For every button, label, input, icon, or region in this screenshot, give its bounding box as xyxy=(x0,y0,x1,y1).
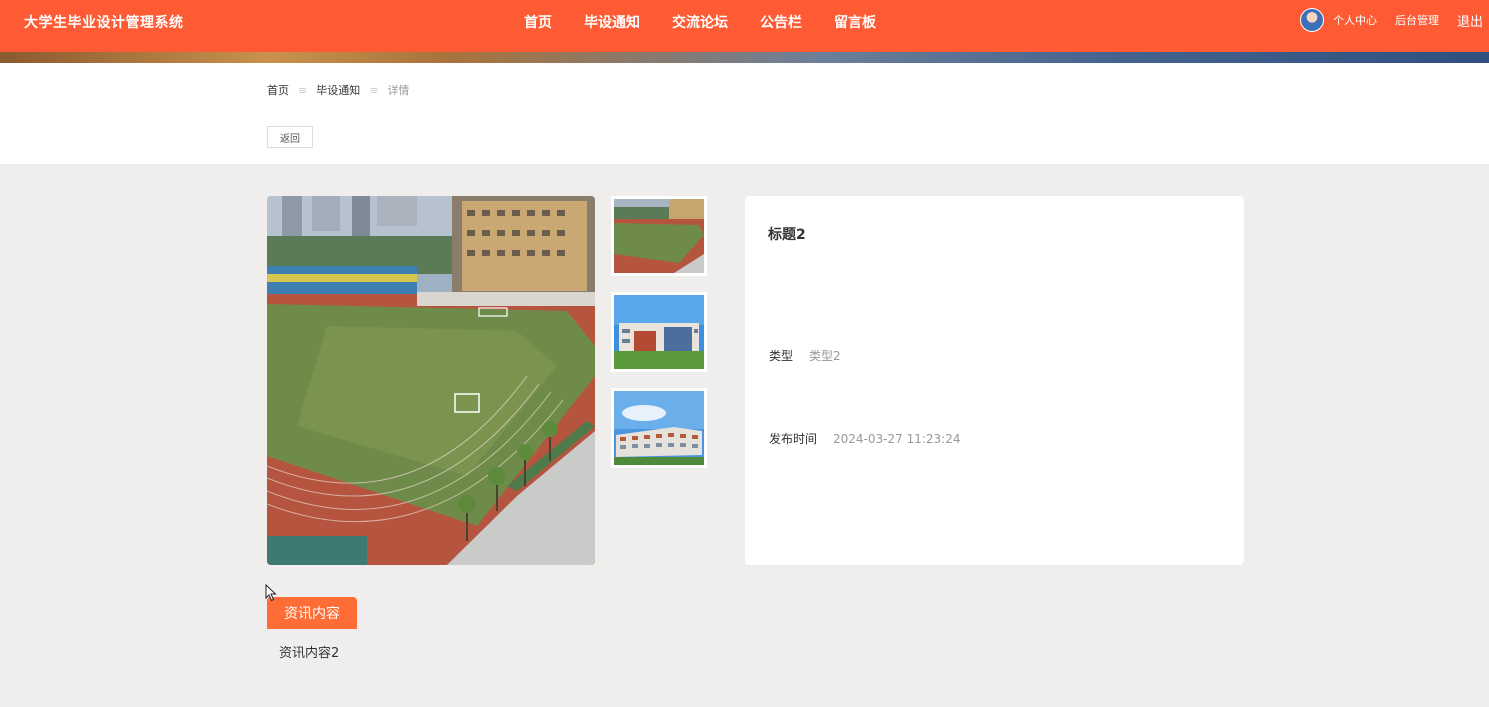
cursor-icon xyxy=(265,583,277,606)
top-navbar: 大学生毕业设计管理系统 首页 毕设通知 交流论坛 公告栏 留言板 个人中心 后台… xyxy=(0,0,1489,52)
avatar[interactable] xyxy=(1299,8,1324,32)
thumbnail-2[interactable] xyxy=(611,292,707,372)
nav-item-home[interactable]: 首页 xyxy=(508,12,568,32)
detail-card: 标题2 类型 类型2 发布时间 2024-03-27 11:23:24 xyxy=(745,196,1244,565)
publish-time-row: 发布时间 2024-03-27 11:23:24 xyxy=(769,430,960,447)
publish-time-label: 发布时间 xyxy=(769,432,818,446)
main-nav: 首页 毕设通知 交流论坛 公告栏 留言板 xyxy=(508,12,892,32)
thumbnail-1[interactable] xyxy=(611,196,707,276)
nav-item-forum[interactable]: 交流论坛 xyxy=(656,12,744,32)
type-row: 类型 类型2 xyxy=(769,347,841,364)
type-label: 类型 xyxy=(769,349,794,363)
publish-time-value: 2024-03-27 11:23:24 xyxy=(833,431,961,446)
breadcrumb-separator: ≡ xyxy=(298,83,308,97)
breadcrumb: 首页 ≡ 毕设通知 ≡ 详情 xyxy=(267,82,409,98)
breadcrumb-section[interactable]: 毕设通知 xyxy=(316,82,360,98)
breadcrumb-home[interactable]: 首页 xyxy=(267,82,289,98)
nav-item-bulletin[interactable]: 公告栏 xyxy=(744,12,818,32)
thumbnail-3[interactable] xyxy=(611,388,707,468)
user-center-link[interactable]: 个人中心 xyxy=(1333,12,1377,28)
logout-link[interactable]: 退出 xyxy=(1457,11,1483,30)
content-text: 资讯内容2 xyxy=(279,646,340,661)
breadcrumb-separator: ≡ xyxy=(369,83,379,97)
admin-link[interactable]: 后台管理 xyxy=(1395,12,1439,28)
nav-item-messages[interactable]: 留言板 xyxy=(818,12,892,32)
breadcrumb-current: 详情 xyxy=(387,84,410,97)
type-value: 类型2 xyxy=(809,349,841,363)
main-image[interactable] xyxy=(267,196,595,565)
detail-title: 标题2 xyxy=(768,227,806,243)
nav-item-notices[interactable]: 毕设通知 xyxy=(568,12,656,32)
user-area: 个人中心 后台管理 退出 xyxy=(1299,8,1483,32)
banner-image-strip xyxy=(0,52,1489,63)
site-title[interactable]: 大学生毕业设计管理系统 xyxy=(24,12,184,32)
content-tab[interactable]: 资讯内容 xyxy=(267,597,357,629)
breadcrumb-section: 首页 ≡ 毕设通知 ≡ 详情 返回 xyxy=(0,63,1489,164)
back-button[interactable]: 返回 xyxy=(267,126,313,148)
